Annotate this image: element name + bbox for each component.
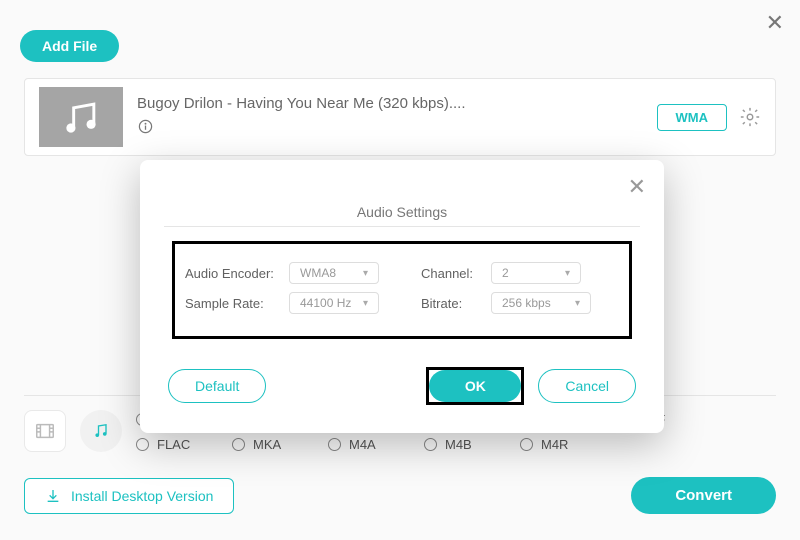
modal-close-icon[interactable]: ✕ xyxy=(628,174,646,200)
modal-title: Audio Settings xyxy=(164,204,640,220)
cancel-button[interactable]: Cancel xyxy=(538,369,636,403)
audio-settings-modal: ✕ Audio Settings Audio Encoder: WMA8▾ Ch… xyxy=(140,160,664,433)
radio-icon xyxy=(424,438,437,451)
sample-rate-label: Sample Rate: xyxy=(185,296,289,311)
settings-highlight-box: Audio Encoder: WMA8▾ Channel: 2▾ Sample … xyxy=(172,241,632,339)
format-option-m4a[interactable]: M4A xyxy=(328,437,398,452)
ok-button[interactable]: OK xyxy=(429,370,521,402)
channel-select[interactable]: 2▾ xyxy=(491,262,581,284)
audio-thumbnail xyxy=(39,87,123,147)
audio-mode-icon[interactable] xyxy=(80,410,122,452)
ok-highlight-box: OK xyxy=(426,367,524,405)
radio-icon xyxy=(136,438,149,451)
bitrate-select[interactable]: 256 kbps▾ xyxy=(491,292,591,314)
file-title: Bugoy Drilon - Having You Near Me (320 k… xyxy=(137,95,577,112)
music-note-icon xyxy=(59,95,103,139)
format-label: M4A xyxy=(349,437,376,452)
audio-encoder-select[interactable]: WMA8▾ xyxy=(289,262,379,284)
divider xyxy=(164,226,640,227)
format-option-m4r[interactable]: M4R xyxy=(520,437,590,452)
audio-encoder-label: Audio Encoder: xyxy=(185,266,289,281)
format-label: MKA xyxy=(253,437,281,452)
chevron-down-icon: ▾ xyxy=(363,268,368,279)
install-desktop-label: Install Desktop Version xyxy=(71,488,213,504)
convert-button[interactable]: Convert xyxy=(631,477,776,514)
format-option-m4b[interactable]: M4B xyxy=(424,437,494,452)
bottom-bar: Install Desktop Version Convert xyxy=(24,477,776,514)
gear-icon[interactable] xyxy=(739,106,761,128)
download-icon xyxy=(45,488,61,504)
format-option-flac[interactable]: FLAC xyxy=(136,437,206,452)
sample-rate-select[interactable]: 44100 Hz▾ xyxy=(289,292,379,314)
info-icon[interactable] xyxy=(137,118,153,134)
file-info: Bugoy Drilon - Having You Near Me (320 k… xyxy=(137,95,657,139)
radio-icon xyxy=(328,438,341,451)
output-format-badge[interactable]: WMA xyxy=(657,104,728,131)
format-label: FLAC xyxy=(157,437,190,452)
radio-icon xyxy=(520,438,533,451)
app-close-icon[interactable]: ✕ xyxy=(766,10,784,36)
format-label: M4B xyxy=(445,437,472,452)
add-file-button[interactable]: Add File xyxy=(20,30,119,62)
install-desktop-button[interactable]: Install Desktop Version xyxy=(24,478,234,514)
radio-icon xyxy=(232,438,245,451)
bitrate-label: Bitrate: xyxy=(421,296,491,311)
chevron-down-icon: ▾ xyxy=(575,298,580,309)
channel-label: Channel: xyxy=(421,266,491,281)
video-mode-icon[interactable] xyxy=(24,410,66,452)
format-label: M4R xyxy=(541,437,568,452)
default-button[interactable]: Default xyxy=(168,369,266,403)
file-card: Bugoy Drilon - Having You Near Me (320 k… xyxy=(24,78,776,156)
format-option-mka[interactable]: MKA xyxy=(232,437,302,452)
chevron-down-icon: ▾ xyxy=(363,298,368,309)
chevron-down-icon: ▾ xyxy=(565,268,570,279)
